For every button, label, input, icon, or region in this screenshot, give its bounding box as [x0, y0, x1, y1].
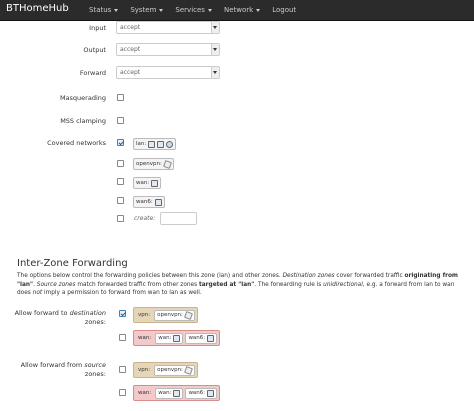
source-vpn-zone: vpn: openvpn: — [133, 362, 198, 378]
network-icon — [207, 334, 215, 342]
create-network-label: create: — [134, 215, 156, 222]
allow-from-source-label: Allow forward from source zones: — [20, 361, 106, 378]
chevron-down-icon — [159, 8, 164, 12]
network-wan-checkbox[interactable] — [117, 178, 124, 185]
openvpn-pill: openvpn: — [154, 364, 195, 376]
nav-system[interactable]: System — [124, 0, 169, 20]
output-policy-value: accept — [120, 46, 141, 53]
masquerading-checkbox[interactable] — [117, 94, 124, 101]
source-wan-zone: wan: wan: wan6: — [133, 385, 221, 401]
input-policy-value: accept — [120, 24, 141, 31]
network-lan-checkbox[interactable] — [117, 139, 124, 146]
wan-pill: wan: — [155, 387, 184, 399]
section-description: The options below control the forwarding… — [17, 273, 458, 297]
wireless-icon — [157, 140, 165, 148]
navbar: BTHomeHub Status System Services Network… — [0, 0, 474, 21]
wan-zone-tag: wan: — [138, 390, 152, 396]
pen-icon — [162, 159, 172, 169]
nav-menu: Status System Services Network Logout — [83, 0, 302, 20]
network-openvpn-checkbox[interactable] — [117, 160, 124, 167]
create-network-input[interactable] — [160, 212, 197, 225]
network-icon — [207, 389, 215, 397]
source-wan-checkbox[interactable] — [119, 389, 126, 396]
covered-networks-label: Covered networks — [47, 139, 106, 147]
source-vpn-checkbox[interactable] — [119, 366, 126, 373]
forward-policy-value: accept — [120, 69, 141, 76]
chevron-down-icon — [256, 8, 261, 12]
pen-icon — [183, 365, 193, 375]
chevron-down-icon — [211, 44, 219, 55]
forward-policy-select[interactable]: accept — [116, 66, 220, 79]
network-icon — [154, 198, 162, 206]
vpn-zone-tag: vpn: — [138, 367, 151, 373]
network-openvpn-label: openvpn: — [136, 161, 162, 167]
dest-vpn-zone: vpn: openvpn: — [133, 307, 198, 323]
output-label: Output — [83, 46, 106, 54]
mss-clamping-checkbox[interactable] — [117, 117, 124, 124]
network-wan6-label: wan6: — [136, 199, 153, 205]
forward-label: Forward — [79, 69, 106, 77]
dest-vpn-checkbox[interactable] — [119, 310, 126, 317]
network-lan-badge: lan: — [133, 138, 177, 150]
brand-title[interactable]: BTHomeHub — [6, 3, 69, 14]
mss-clamping-label: MSS clamping — [60, 117, 106, 125]
dest-wan-zone: wan: wan: wan6: — [133, 330, 221, 346]
nav-logout[interactable]: Logout — [266, 0, 302, 20]
input-policy-select[interactable]: accept — [116, 21, 220, 34]
network-icon — [173, 389, 181, 397]
dest-wan-checkbox[interactable] — [119, 334, 126, 341]
network-icon — [173, 334, 181, 342]
network-icon — [148, 140, 156, 148]
section-title: Inter-Zone Forwarding — [17, 258, 128, 269]
chevron-down-icon — [211, 67, 219, 78]
nav-status[interactable]: Status — [83, 0, 124, 20]
chevron-down-icon — [114, 8, 119, 12]
network-wan-badge: wan: — [133, 177, 162, 189]
pen-icon — [183, 310, 193, 320]
allow-to-destination-label: Allow forward to destination zones: — [14, 309, 106, 326]
network-openvpn-badge: openvpn: — [133, 158, 174, 170]
wan-pill: wan: — [155, 332, 184, 344]
wan-zone-tag: wan: — [138, 335, 152, 341]
openvpn-pill: openvpn: — [154, 309, 195, 321]
network-wan6-badge: wan6: — [133, 196, 165, 208]
network-lan-label: lan: — [136, 141, 147, 147]
chevron-down-icon — [211, 22, 219, 33]
nav-services[interactable]: Services — [169, 0, 218, 20]
chevron-down-icon — [207, 8, 212, 12]
network-wan6-checkbox[interactable] — [117, 197, 124, 204]
network-create-checkbox[interactable] — [117, 215, 124, 222]
input-label: Input — [89, 24, 106, 32]
nav-network[interactable]: Network — [218, 0, 266, 20]
masquerading-label: Masquerading — [59, 94, 106, 102]
network-icon — [151, 179, 159, 187]
wan6-pill: wan6: — [185, 332, 218, 344]
wan6-pill: wan6: — [185, 387, 218, 399]
output-policy-select[interactable]: accept — [116, 43, 220, 56]
vpn-zone-tag: vpn: — [138, 312, 151, 318]
globe-icon — [166, 140, 174, 148]
network-wan-label: wan: — [136, 180, 150, 186]
